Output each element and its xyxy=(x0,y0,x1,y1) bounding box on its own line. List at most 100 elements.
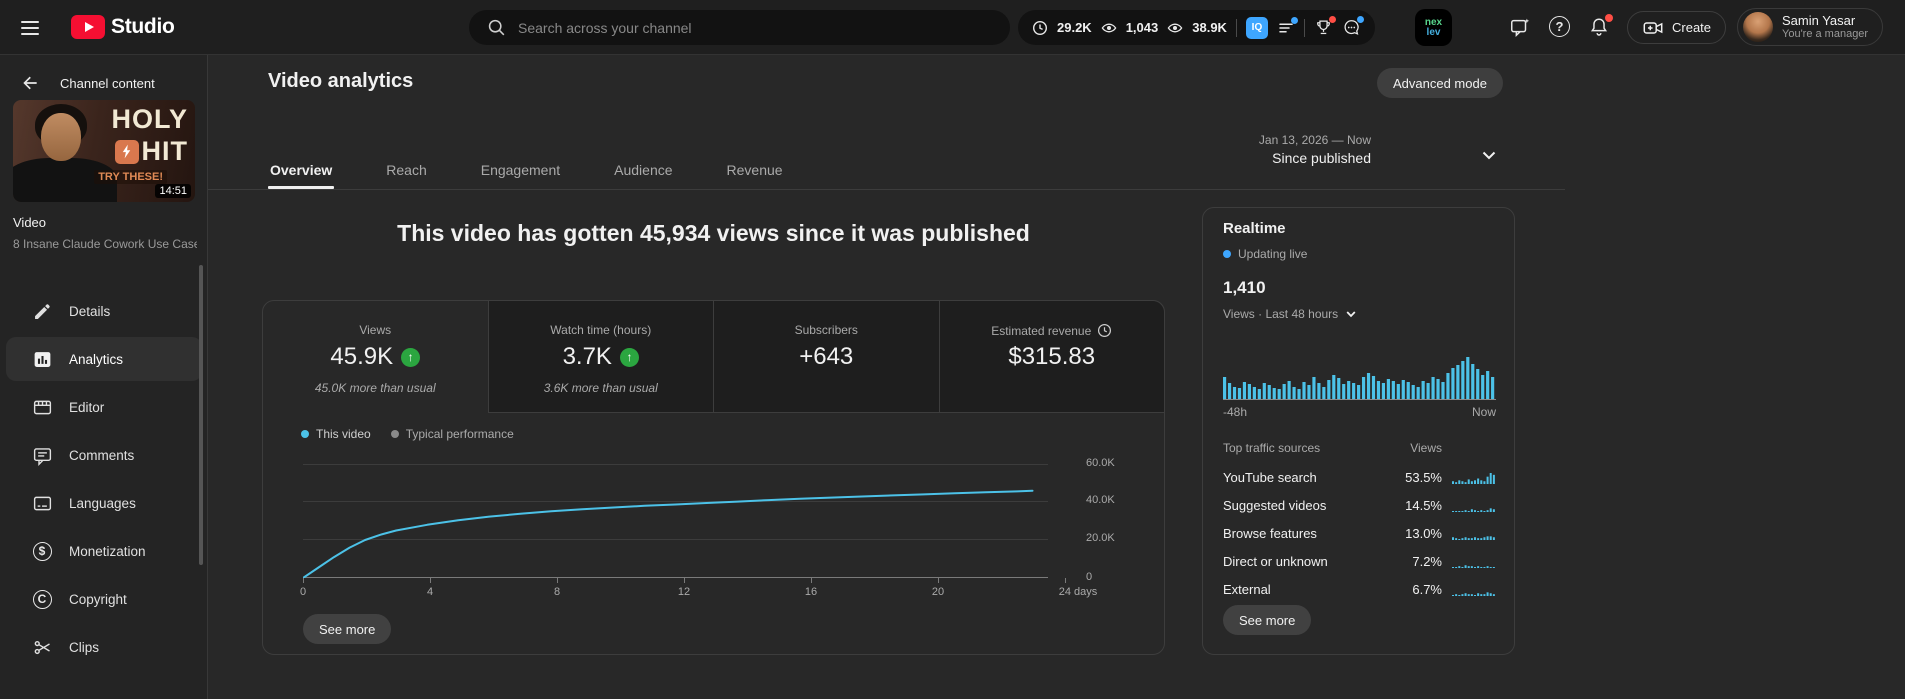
feedback-icon[interactable] xyxy=(1509,16,1531,38)
live-dot-icon xyxy=(1223,250,1231,258)
sidebar-item-monetization[interactable]: $ Monetization xyxy=(0,527,208,575)
chevron-down-icon xyxy=(1346,311,1356,318)
realtime-count: 1,410 xyxy=(1223,278,1266,297)
y-tick: 40.0K xyxy=(1086,494,1115,506)
traffic-source-row: Direct or unknown 7.2% xyxy=(1223,547,1496,575)
help-icon[interactable]: ? xyxy=(1549,16,1570,37)
editor-icon xyxy=(30,397,54,418)
nexlev-extension-icon[interactable]: nex lev xyxy=(1415,9,1452,46)
metric-views[interactable]: Views 45.9K ↑ 45.0K more than usual xyxy=(263,301,488,413)
profile-name: Samin Yasar xyxy=(1782,13,1856,28)
realtime-count-caption[interactable]: Views · Last 48 hours xyxy=(1223,307,1358,321)
search-bar[interactable] xyxy=(469,10,1010,45)
sidebar-item-clips[interactable]: Clips xyxy=(0,623,208,671)
bell-icon[interactable] xyxy=(1588,14,1613,38)
profile-role: You're a manager xyxy=(1782,28,1869,40)
realtime-title: Realtime xyxy=(1223,220,1286,237)
realtime-status: Updating live xyxy=(1223,247,1307,261)
sidebar-menu: Details Analytics Editor Comments Langua… xyxy=(0,287,208,671)
vidiq-icon[interactable]: IQ xyxy=(1245,16,1268,39)
traffic-source-row: Browse features 13.0% xyxy=(1223,519,1496,547)
studio-logo[interactable]: Studio xyxy=(71,15,175,39)
metric-revenue[interactable]: Estimated revenue $315.83 xyxy=(938,301,1164,413)
thumbnail-tagline: TRY THESE! xyxy=(94,170,167,184)
metric-subscribers[interactable]: Subscribers +643 xyxy=(713,301,939,413)
realtime-axis-line xyxy=(1223,399,1496,400)
metric-strip: Views 45.9K ↑ 45.0K more than usual Watc… xyxy=(263,301,1164,413)
legend-dot xyxy=(390,430,399,438)
sidebar-item-editor[interactable]: Editor xyxy=(0,383,208,431)
search-icon xyxy=(488,19,505,36)
sidebar-scrollbar[interactable] xyxy=(199,265,203,565)
search-input[interactable] xyxy=(518,19,992,36)
eye-stat-icon xyxy=(1101,21,1117,35)
legend-this-video[interactable]: This video xyxy=(301,427,371,441)
traffic-sparkline xyxy=(1452,535,1495,540)
traffic-sparkline xyxy=(1452,472,1495,484)
youtube-studio-app: Studio 29.2K 1,043 38.9K IQ xyxy=(0,0,1905,699)
notification-dot xyxy=(1356,16,1364,23)
video-duration-badge: 14:51 xyxy=(155,184,191,198)
tab-reach[interactable]: Reach xyxy=(384,150,428,189)
chevron-down-icon[interactable] xyxy=(1478,144,1500,166)
x-tick: 24 days xyxy=(1058,586,1098,598)
legend-typical-performance[interactable]: Typical performance xyxy=(390,427,514,441)
tabs-divider xyxy=(208,189,1565,190)
sidebar-header: Channel content xyxy=(0,67,208,99)
views-headline: This video has gotten 45,934 views since… xyxy=(397,220,1030,246)
list-icon[interactable] xyxy=(1277,16,1298,37)
see-more-button[interactable]: See more xyxy=(303,614,392,644)
realtime-bar-chart xyxy=(1223,357,1495,399)
traffic-sources-list: YouTube search 53.5% Suggested videos 14… xyxy=(1223,463,1496,603)
back-arrow-icon[interactable] xyxy=(20,73,40,93)
menu-icon[interactable] xyxy=(21,21,39,35)
traffic-source-row: YouTube search 53.5% xyxy=(1223,463,1496,491)
notification-dot xyxy=(1605,14,1613,22)
traffic-sources-header: Top traffic sources Views xyxy=(1223,441,1442,455)
metric-watch-time[interactable]: Watch time (hours) 3.7K ↑ 3.6K more than… xyxy=(487,301,713,413)
create-button[interactable]: Create xyxy=(1627,11,1727,44)
date-range-selector[interactable]: Jan 13, 2026 — Now Since published xyxy=(1150,133,1371,166)
line-series xyxy=(303,489,1034,578)
advanced-mode-button[interactable]: Advanced mode xyxy=(1377,68,1503,98)
notification-dot xyxy=(1290,16,1298,24)
tab-overview[interactable]: Overview xyxy=(268,150,335,189)
analytics-icon xyxy=(30,349,54,370)
thumbnail-word2: HIT xyxy=(141,136,188,166)
divider xyxy=(1235,18,1237,37)
x-tick: 4 xyxy=(426,586,434,598)
clock-stat-icon xyxy=(1032,20,1048,36)
realtime-axis-labels: -48h Now xyxy=(1223,405,1496,419)
trophy-icon[interactable] xyxy=(1314,16,1336,37)
sidebar-item-comments[interactable]: Comments xyxy=(0,431,208,479)
x-tick: 20 xyxy=(931,586,945,598)
sidebar: Channel content HOLY HIT TRY THESE! 14:5… xyxy=(0,55,208,699)
sidebar-item-details[interactable]: Details xyxy=(0,287,208,335)
sidebar-item-copyright[interactable]: C Copyright xyxy=(0,575,208,623)
analytics-tabs: Overview Reach Engagement Audience Reven… xyxy=(268,150,785,189)
ext-stat-2: 1,043 xyxy=(1125,20,1159,35)
traffic-source-row: External 6.7% xyxy=(1223,575,1496,603)
ext-stat-1: 29.2K xyxy=(1057,20,1092,35)
traffic-source-row: Suggested videos 14.5% xyxy=(1223,491,1496,519)
scissors-icon xyxy=(30,637,54,658)
traffic-sparkline xyxy=(1452,591,1495,596)
y-tick: 20.0K xyxy=(1086,532,1115,544)
sidebar-item-analytics[interactable]: Analytics xyxy=(0,335,208,383)
sidebar-item-languages[interactable]: Languages xyxy=(0,479,208,527)
tab-audience[interactable]: Audience xyxy=(612,150,674,189)
pencil-icon xyxy=(30,301,54,322)
divider xyxy=(1303,18,1305,37)
video-section-label: Video xyxy=(13,215,47,230)
copyright-icon: C xyxy=(30,589,54,609)
notification-dot xyxy=(1328,16,1336,23)
lightning-icon xyxy=(114,139,139,164)
profile-chip[interactable]: Samin Yasar You're a manager xyxy=(1737,8,1884,46)
tab-engagement[interactable]: Engagement xyxy=(479,150,562,189)
analytics-card: Views 45.9K ↑ 45.0K more than usual Watc… xyxy=(262,300,1165,655)
chat-icon[interactable] xyxy=(1342,16,1364,37)
tab-revenue[interactable]: Revenue xyxy=(725,150,785,189)
realtime-see-more-button[interactable]: See more xyxy=(1223,605,1312,635)
date-mode-text: Since published xyxy=(1272,150,1371,166)
x-tick: 0 xyxy=(299,586,307,598)
